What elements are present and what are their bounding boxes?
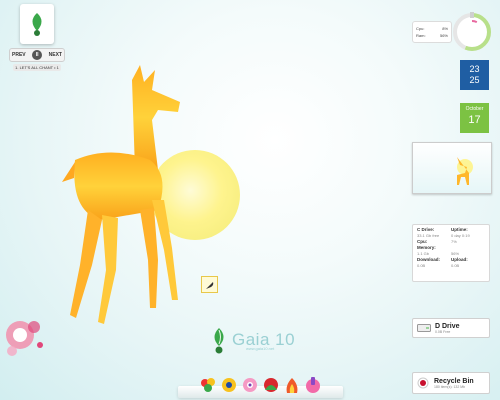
ram-label: Ram: — [416, 33, 426, 38]
fire-text-icon[interactable] — [283, 374, 302, 396]
sunflower-icon[interactable] — [220, 374, 239, 396]
usage-ring-icon — [453, 12, 491, 51]
calendar-month: October — [465, 106, 484, 112]
calendar-widget[interactable]: October 17 — [460, 103, 489, 133]
clock-widget[interactable]: 23 25 — [460, 60, 489, 90]
leaf-drop-logo-icon — [214, 328, 224, 354]
flower-splash-graphic — [6, 321, 43, 356]
recycle-bin-icon — [417, 377, 429, 389]
cpu-ram-widget[interactable]: Cpu: 8% Ram: 56% — [412, 12, 491, 52]
recycle-bin-title: Recycle Bin — [434, 377, 474, 385]
system-info-widget[interactable]: C Drive: Uptime: 33.1 Gb free 0 day 0:19… — [412, 224, 490, 282]
download-value: 0.0B — [417, 263, 426, 268]
desktop: PREV II NEXT 1. LET'S ALL CHANT • 1 Cpu:… — [0, 0, 500, 400]
media-player-widget: PREV II NEXT 1. LET'S ALL CHANT • 1 — [8, 4, 66, 78]
flowers-icon[interactable] — [199, 374, 218, 396]
pause-button[interactable]: II — [32, 50, 43, 60]
memory-label: Memory: — [417, 245, 436, 250]
slideshow-widget[interactable] — [412, 142, 492, 194]
next-button[interactable]: NEXT — [49, 52, 62, 58]
memory-percent: 56% — [451, 251, 460, 256]
leaf-drop-icon — [32, 13, 42, 36]
red-flower-icon[interactable] — [262, 374, 281, 396]
cpu-info-value: 7% — [451, 239, 457, 244]
track-title: 1. LET'S ALL CHANT • 1 — [13, 64, 61, 71]
ram-value: 56% — [439, 33, 448, 38]
prev-button[interactable]: PREV — [12, 52, 26, 58]
memory-value: 1.1 Gb — [417, 251, 430, 256]
calendar-day: 17 — [468, 114, 481, 126]
d-drive-widget[interactable]: D Drive 0.0B Free — [412, 318, 490, 338]
cpu-info-label: Cpu: — [417, 239, 428, 244]
uptime-label: Uptime: — [451, 227, 468, 232]
dock — [178, 366, 343, 396]
gaia-logo: Gaia 10 www.gaia10.net — [210, 326, 295, 354]
uptime-value: 0 day 0:19 — [451, 233, 470, 238]
cpu-ram-readout: Cpu: 8% Ram: 56% — [412, 21, 452, 43]
d-drive-free: 0.0B Free — [435, 329, 451, 334]
clock-hour: 23 — [469, 64, 480, 74]
cpu-value: 8% — [442, 26, 448, 31]
cpu-label: Cpu: — [416, 26, 425, 31]
pink-flower-icon[interactable] — [241, 374, 260, 396]
recycle-bin-count: 180 item(s): 132 Mb — [434, 384, 466, 389]
feather-shortcut-icon[interactable] — [201, 276, 218, 293]
download-label: Download: — [417, 257, 440, 262]
album-art — [20, 4, 54, 44]
paint-icon[interactable] — [304, 374, 323, 396]
player-controls: PREV II NEXT — [9, 48, 65, 62]
upload-value: 0.0B — [451, 263, 460, 268]
hard-drive-icon — [417, 324, 431, 332]
upload-label: Upload: — [451, 257, 468, 262]
c-drive-value: 33.1 Gb free — [417, 233, 440, 238]
clock-minute: 25 — [469, 75, 480, 85]
recycle-bin-widget[interactable]: Recycle Bin 180 item(s): 132 Mb — [412, 372, 490, 394]
d-drive-title: D Drive — [435, 322, 460, 330]
deer-thumbnail — [457, 157, 473, 185]
c-drive-label: C Drive: — [417, 227, 435, 232]
